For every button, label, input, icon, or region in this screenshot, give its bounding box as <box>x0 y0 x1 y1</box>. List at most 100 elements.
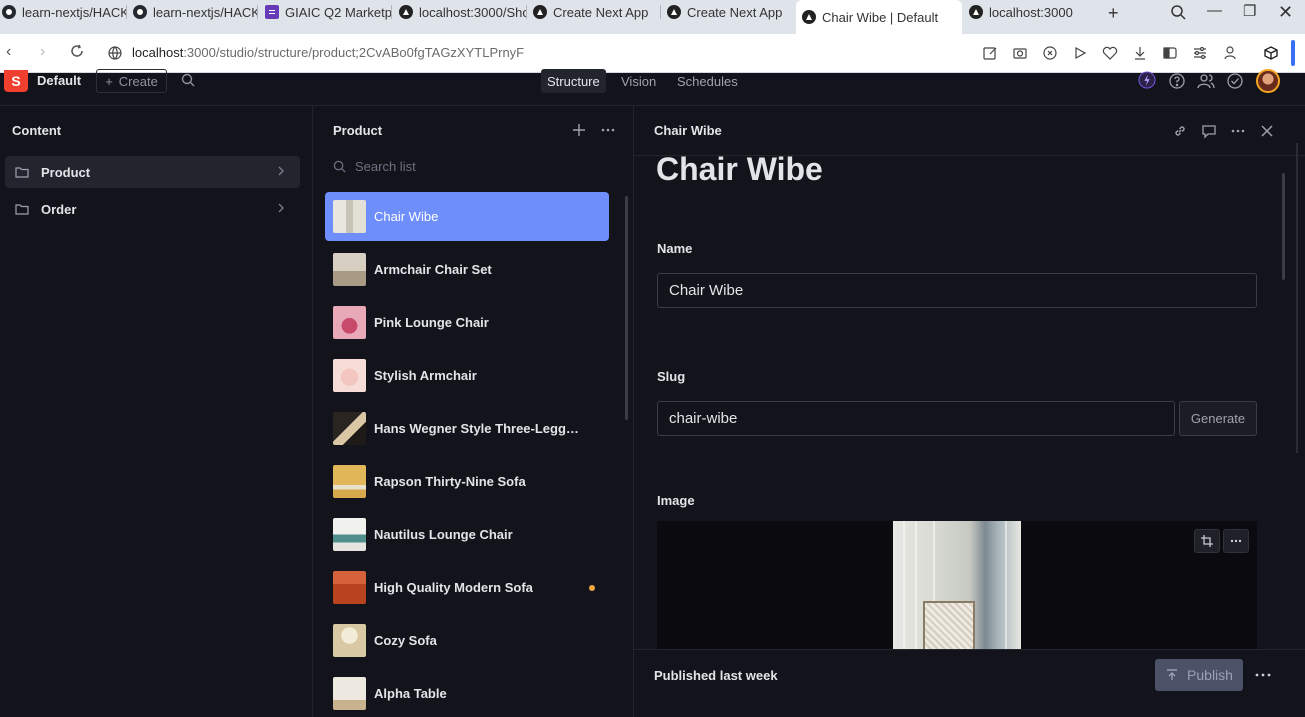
shield-icon[interactable] <box>1042 45 1058 61</box>
tool-tab-schedules[interactable]: Schedules <box>671 69 744 93</box>
camera-icon[interactable] <box>1012 45 1028 61</box>
changed-indicator-dot <box>589 585 595 591</box>
product-thumbnail <box>333 571 366 604</box>
more-options-icon[interactable] <box>600 122 616 138</box>
sidebar-icon[interactable] <box>1162 45 1178 61</box>
avatar[interactable] <box>1256 69 1280 93</box>
browser-tab[interactable]: Create Next App <box>665 0 793 24</box>
url-field[interactable]: localhost:3000/studio/structure/product;… <box>108 45 524 60</box>
pane-title: Product <box>333 123 383 138</box>
heart-icon[interactable] <box>1102 45 1118 61</box>
profile-icon[interactable] <box>1222 45 1238 61</box>
chair-photo <box>893 521 1021 649</box>
close-pane-icon[interactable] <box>1259 123 1275 139</box>
minimize-icon[interactable]: — <box>1207 2 1222 19</box>
product-thumbnail <box>333 253 366 286</box>
pane-title: Content <box>12 123 62 138</box>
extension-cube-icon[interactable] <box>1263 45 1279 61</box>
address-bar: ‹ › localhost:3000/studio/structure/prod… <box>0 34 1305 73</box>
comments-icon[interactable] <box>1201 123 1217 139</box>
name-field-label: Name <box>657 241 693 256</box>
browser-tab[interactable]: GIAIC Q2 Marketpla <box>263 0 392 24</box>
footer-more-options-icon[interactable] <box>1254 666 1272 684</box>
github-icon <box>2 5 16 19</box>
google-forms-icon <box>265 5 279 19</box>
nextjs-icon <box>399 5 413 19</box>
users-icon[interactable] <box>1197 72 1215 90</box>
product-thumbnail <box>333 306 366 339</box>
list-search-input[interactable]: Search list <box>333 159 416 174</box>
list-item[interactable]: Pink Lounge Chair <box>325 298 609 347</box>
tool-tab-vision[interactable]: Vision <box>615 69 662 93</box>
lightning-icon[interactable] <box>1138 71 1158 91</box>
publish-status: Published last week <box>654 668 778 683</box>
chevron-right-icon <box>274 164 288 178</box>
publish-upload-icon <box>1165 668 1179 682</box>
browser-tab[interactable]: learn-nextjs/HACKA <box>0 0 127 24</box>
tasks-check-icon[interactable] <box>1226 72 1244 90</box>
browser-tab[interactable]: learn-nextjs/HACKA <box>131 0 258 24</box>
browser-tab[interactable]: Create Next App <box>531 0 661 24</box>
list-item[interactable]: Alpha Table <box>325 669 609 717</box>
browser-tab[interactable]: localhost:3000 <box>967 0 1095 24</box>
browser-edge-bar <box>1291 40 1295 66</box>
tool-tab-structure[interactable]: Structure <box>541 69 606 93</box>
more-options-icon[interactable] <box>1230 123 1246 139</box>
product-thumbnail <box>333 624 366 657</box>
list-item[interactable]: Armchair Chair Set <box>325 245 609 294</box>
edit-icon[interactable] <box>982 45 998 61</box>
new-tab-button[interactable]: + <box>1108 3 1119 24</box>
product-thumbnail <box>333 412 366 445</box>
name-input[interactable] <box>657 273 1257 308</box>
download-icon[interactable] <box>1132 45 1148 61</box>
play-icon[interactable] <box>1072 45 1088 61</box>
publish-button[interactable]: Publish <box>1155 659 1243 691</box>
list-item[interactable]: High Quality Modern Sofa <box>325 563 609 612</box>
workspace-name[interactable]: Default <box>37 73 81 88</box>
list-scrollbar[interactable] <box>625 196 628 420</box>
slug-field-label: Slug <box>657 369 686 384</box>
link-icon[interactable] <box>1172 123 1188 139</box>
content-pane: Content Product Order <box>0 106 313 717</box>
content-item-order[interactable]: Order <box>5 193 300 225</box>
settings-sliders-icon[interactable] <box>1192 45 1208 61</box>
product-thumbnail <box>333 359 366 392</box>
studio-navbar: S Default + Create Structure Vision Sche… <box>0 69 1305 106</box>
close-window-icon[interactable]: ✕ <box>1278 2 1293 23</box>
list-item[interactable]: Rapson Thirty-Nine Sofa <box>325 457 609 506</box>
generate-slug-button[interactable]: Generate <box>1179 401 1257 436</box>
list-item[interactable]: Nautilus Lounge Chair <box>325 510 609 559</box>
content-item-product[interactable]: Product <box>5 156 300 188</box>
browser-search-icon[interactable] <box>1170 4 1186 20</box>
folder-icon <box>14 164 30 180</box>
nextjs-icon <box>667 5 681 19</box>
image-preview[interactable] <box>657 521 1257 649</box>
product-thumbnail <box>333 518 366 551</box>
browser-tab-active[interactable]: Chair Wibe | Default <box>796 0 962 34</box>
create-button[interactable]: + Create <box>96 69 167 93</box>
add-document-icon[interactable] <box>571 122 587 138</box>
slug-input[interactable] <box>657 401 1175 436</box>
list-item[interactable]: Stylish Armchair <box>325 351 609 400</box>
site-info-icon[interactable] <box>108 45 122 60</box>
list-item[interactable]: Chair Wibe <box>325 192 609 241</box>
reload-icon[interactable] <box>70 44 84 58</box>
document-header-title: Chair Wibe <box>654 123 722 138</box>
restore-icon[interactable]: ❐ <box>1243 2 1256 20</box>
product-thumbnail <box>333 677 366 710</box>
help-icon[interactable] <box>1168 72 1186 90</box>
nextjs-icon <box>969 5 983 19</box>
sanity-logo[interactable]: S <box>4 70 28 92</box>
nextjs-icon <box>533 5 547 19</box>
image-more-icon[interactable] <box>1223 529 1249 553</box>
search-icon[interactable] <box>181 73 195 87</box>
list-item[interactable]: Cozy Sofa <box>325 616 609 665</box>
forward-icon[interactable]: › <box>40 43 45 61</box>
list-item[interactable]: Hans Wegner Style Three-Legged... <box>325 404 609 453</box>
back-icon[interactable]: ‹ <box>6 43 11 61</box>
document-scroll-track <box>1296 143 1298 453</box>
chevron-right-icon <box>274 201 288 215</box>
document-scrollbar[interactable] <box>1282 173 1285 280</box>
browser-tab[interactable]: localhost:3000/Sho <box>397 0 527 24</box>
crop-icon[interactable] <box>1194 529 1220 553</box>
